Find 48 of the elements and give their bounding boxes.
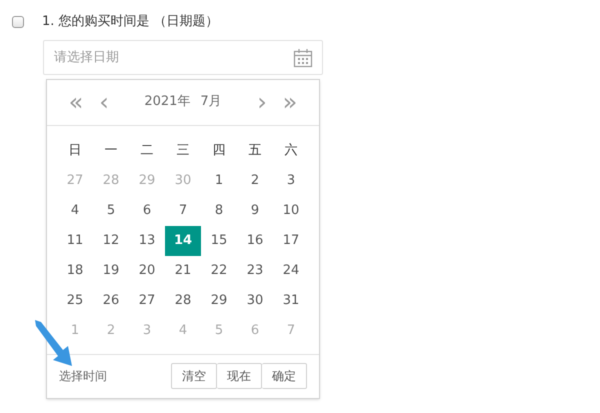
day-cell[interactable]: 27 — [129, 286, 165, 316]
day-cell[interactable]: 8 — [201, 196, 237, 226]
date-field[interactable]: 请选择日期 — [43, 40, 323, 74]
day-cell[interactable]: 11 — [57, 226, 93, 256]
weekday-label: 二 — [140, 142, 154, 160]
day-cell[interactable]: 15 — [201, 226, 237, 256]
day-cell[interactable]: 1 — [201, 166, 237, 196]
weekday-label: 三 — [176, 142, 190, 160]
day-cell[interactable]: 4 — [57, 196, 93, 226]
footer-button[interactable]: 现在 — [217, 363, 262, 389]
day-cell[interactable]: 23 — [237, 256, 273, 286]
day-cell[interactable]: 18 — [57, 256, 93, 286]
day-cell[interactable]: 26 — [93, 286, 129, 316]
day-cell[interactable]: 30 — [237, 286, 273, 316]
day-cell[interactable]: 9 — [237, 196, 273, 226]
checkbox[interactable] — [12, 16, 24, 28]
footer-button[interactable]: 确定 — [262, 363, 307, 389]
weekday-label: 四 — [212, 142, 226, 160]
select-time-link[interactable]: 选择时间 — [59, 367, 107, 385]
day-cell[interactable]: 12 — [93, 226, 129, 256]
day-cell[interactable]: 24 — [273, 256, 309, 286]
day-cell[interactable]: 3 — [273, 166, 309, 196]
day-cell[interactable]: 20 — [129, 256, 165, 286]
day-cell[interactable]: 25 — [57, 286, 93, 316]
question-title: 1. 您的购买时间是 （日期题） — [42, 13, 219, 31]
day-cell[interactable]: 28 — [165, 286, 201, 316]
day-cell[interactable]: 29 — [201, 286, 237, 316]
day-cell[interactable]: 7 — [165, 196, 201, 226]
day-cell[interactable]: 16 — [237, 226, 273, 256]
weekday-label: 日 — [68, 142, 82, 160]
weekday-label: 五 — [248, 142, 262, 160]
day-cell[interactable]: 10 — [273, 196, 309, 226]
footer-button[interactable]: 清空 — [171, 363, 217, 389]
weekday-label: 六 — [284, 142, 298, 160]
calendar-icon — [293, 48, 313, 68]
day-cell[interactable]: 31 — [273, 286, 309, 316]
day-cell[interactable]: 21 — [165, 256, 201, 286]
weekday-label: 一 — [104, 142, 118, 160]
day-cell[interactable]: 6 — [129, 196, 165, 226]
month-label[interactable]: 7月 — [200, 92, 222, 112]
day-cell[interactable]: 14 — [165, 226, 201, 256]
day-cell[interactable]: 5 — [93, 196, 129, 226]
day-cell[interactable]: 19 — [93, 256, 129, 286]
day-cell[interactable]: 2 — [237, 166, 273, 196]
day-cell[interactable]: 22 — [201, 256, 237, 286]
day-cell[interactable]: 17 — [273, 226, 309, 256]
day-cell[interactable]: 13 — [129, 226, 165, 256]
year-label[interactable]: 2021年 — [144, 92, 190, 112]
